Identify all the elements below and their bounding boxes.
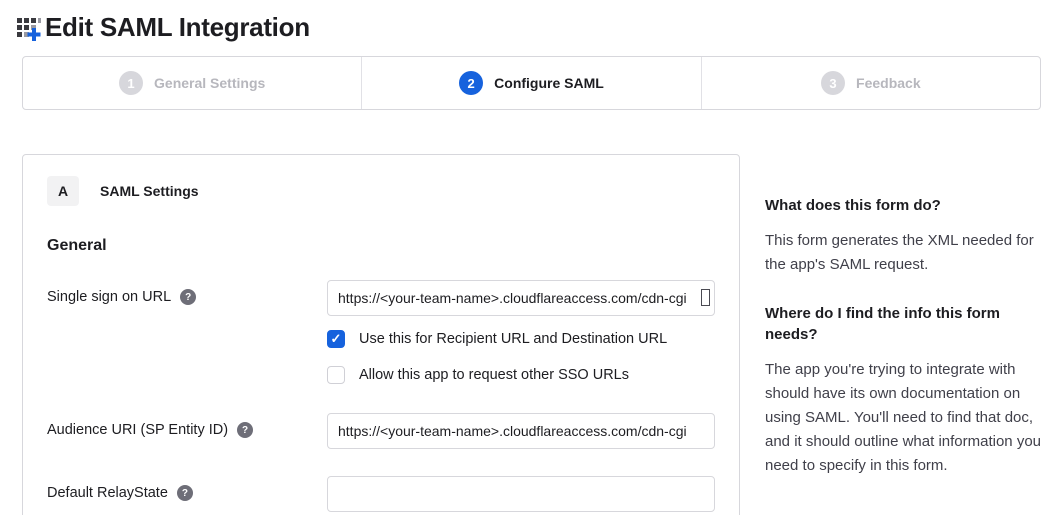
sso-url-input-wrap [327, 280, 715, 316]
content-area: A SAML Settings General Single sign on U… [22, 154, 1041, 515]
audience-uri-help-icon[interactable] [237, 422, 253, 438]
checkbox-row-recipient-url[interactable]: Use this for Recipient URL and Destinati… [327, 330, 715, 348]
audience-uri-label: Audience URI (SP Entity ID) [47, 422, 228, 438]
audience-uri-input[interactable] [327, 413, 715, 449]
field-row-audience-uri: Audience URI (SP Entity ID) [47, 413, 715, 449]
section-letter-badge: A [47, 176, 79, 206]
step-number-badge: 3 [821, 71, 845, 95]
audience-uri-label-wrap: Audience URI (SP Entity ID) [47, 413, 327, 438]
section-title: SAML Settings [100, 183, 199, 199]
page-title: Edit SAML Integration [45, 12, 310, 43]
relaystate-label: Default RelayState [47, 485, 168, 501]
saml-settings-panel: A SAML Settings General Single sign on U… [22, 154, 740, 515]
sso-url-help-icon[interactable] [180, 289, 196, 305]
field-row-sso-url: Single sign on URL Use this for Recipien… [47, 280, 715, 384]
sso-url-label: Single sign on URL [47, 289, 171, 305]
checkbox-checked-icon[interactable] [327, 330, 345, 348]
help-body-where: The app you're trying to integrate with … [765, 358, 1041, 478]
step-configure-saml[interactable]: 2 Configure SAML [362, 57, 701, 109]
relaystate-input-wrap [327, 476, 715, 512]
field-row-default-relaystate: Default RelayState If no value is set, a… [47, 476, 715, 515]
step-number-badge: 2 [459, 71, 483, 95]
section-header: A SAML Settings [47, 176, 715, 206]
wizard-stepper: 1 General Settings 2 Configure SAML 3 Fe… [22, 56, 1041, 110]
step-general-settings[interactable]: 1 General Settings [23, 57, 362, 109]
help-body-what: This form generates the XML needed for t… [765, 229, 1041, 277]
help-sidebar: What does this form do? This form genera… [765, 154, 1041, 504]
relaystate-input[interactable] [327, 476, 715, 512]
audience-uri-controls [327, 413, 715, 449]
help-heading-where: Where do I find the info this form needs… [765, 303, 1041, 345]
checkbox-label: Use this for Recipient URL and Destinati… [359, 331, 667, 347]
add-app-grid-icon [15, 14, 42, 41]
checkbox-label: Allow this app to request other SSO URLs [359, 367, 629, 383]
checkbox-row-other-sso-urls[interactable]: Allow this app to request other SSO URLs [327, 366, 715, 384]
page-header: Edit SAML Integration [0, 0, 1063, 43]
relaystate-help-icon[interactable] [177, 485, 193, 501]
group-title-general: General [47, 237, 715, 255]
sso-url-label-wrap: Single sign on URL [47, 280, 327, 305]
audience-uri-input-wrap [327, 413, 715, 449]
step-label: Configure SAML [494, 75, 604, 91]
sso-url-input[interactable] [327, 280, 715, 316]
step-label: General Settings [154, 75, 265, 91]
sso-url-controls: Use this for Recipient URL and Destinati… [327, 280, 715, 384]
checkbox-unchecked-icon[interactable] [327, 366, 345, 384]
help-heading-what: What does this form do? [765, 195, 1041, 216]
step-label: Feedback [856, 75, 921, 91]
relaystate-label-wrap: Default RelayState [47, 476, 327, 501]
relaystate-controls: If no value is set, a blank RelayState i… [327, 476, 715, 515]
step-number-badge: 1 [119, 71, 143, 95]
step-feedback[interactable]: 3 Feedback [702, 57, 1040, 109]
